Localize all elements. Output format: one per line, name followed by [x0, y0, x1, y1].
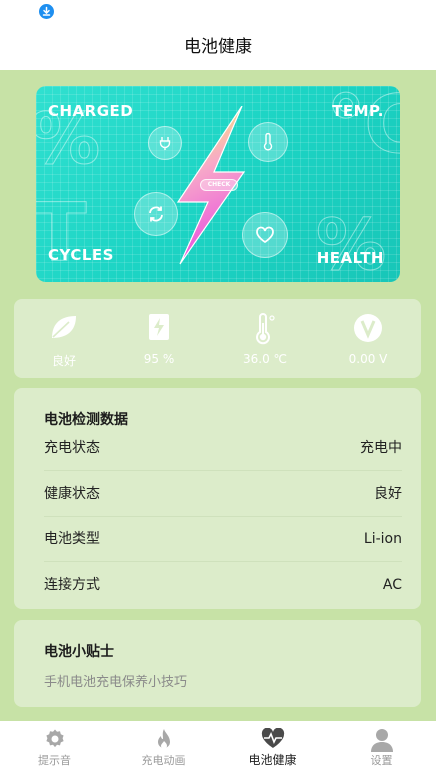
row-label: 连接方式 — [44, 577, 100, 593]
download-icon — [39, 4, 54, 19]
tab-sound[interactable]: 提示音 — [0, 721, 109, 775]
heart-badge-icon — [242, 212, 288, 258]
corner-label-health: HEALTH — [316, 249, 384, 267]
percent-deco-icon-2: % — [315, 204, 387, 283]
battery-health-banner: % ℃ T % CHARGED TEMP. CYCLES HEALTH CHEC… — [36, 86, 400, 282]
row-label: 充电状态 — [44, 440, 100, 456]
tab-charge-animation[interactable]: 充电动画 — [109, 721, 218, 775]
gear-icon — [44, 728, 66, 754]
tab-label: 电池健康 — [248, 753, 297, 767]
tab-settings[interactable]: 设置 — [327, 721, 436, 775]
page-title: 电池健康 — [184, 37, 252, 57]
header: 电池健康 — [0, 24, 436, 70]
tab-label: 充电动画 — [141, 754, 186, 767]
tips-subtitle: 手机电池充电保养小技巧 — [44, 675, 188, 690]
row-value: Li-ion — [363, 531, 402, 547]
cycle-arrows-icon — [134, 192, 178, 236]
row-value: 充电中 — [360, 440, 402, 456]
stat-temperature-value: 36.0 ℃ — [242, 352, 287, 366]
data-row-battery-type: 电池类型 Li-ion — [44, 517, 402, 562]
corner-label-charged: CHARGED — [48, 102, 134, 120]
leaf-icon — [49, 313, 79, 345]
battery-data-card: 电池检测数据 充电状态 充电中 健康状态 良好 电池类型 Li-ion 连接方式… — [14, 388, 421, 609]
thermometer-icon — [253, 313, 277, 349]
status-bar — [0, 0, 436, 24]
celsius-deco-icon: ℃ — [326, 86, 400, 172]
voltage-icon — [353, 313, 383, 347]
data-row-charge-status: 充电状态 充电中 — [44, 426, 402, 471]
tab-battery-health[interactable]: 电池健康 — [218, 721, 327, 775]
tab-label: 设置 — [370, 754, 393, 767]
letter-deco-icon: T — [36, 186, 87, 280]
battery-charge-icon — [148, 313, 170, 345]
corner-label-cycles: CYCLES — [48, 246, 114, 264]
check-label: CHECK — [200, 179, 238, 191]
stat-health-value: 良好 — [51, 354, 76, 368]
tab-label: 提示音 — [38, 754, 71, 767]
thermometer-badge-icon — [248, 122, 288, 162]
stat-charge-value: 95 % — [143, 352, 175, 366]
tips-title: 电池小贴士 — [44, 644, 114, 660]
quick-stats-card: 良好 95 % 36.0 ℃ 0.00 V — [14, 299, 421, 378]
data-row-connection: 连接方式 AC — [44, 563, 402, 608]
data-row-health-status: 健康状态 良好 — [44, 472, 402, 517]
battery-tips-card[interactable]: 电池小贴士 手机电池充电保养小技巧 — [14, 620, 421, 707]
corner-label-temp: TEMP. — [332, 102, 384, 120]
row-label: 电池类型 — [44, 531, 100, 547]
row-value: AC — [382, 577, 402, 593]
row-value: 良好 — [374, 486, 402, 502]
stat-voltage-value: 0.00 V — [348, 352, 388, 366]
row-label: 健康状态 — [44, 486, 100, 502]
bottom-tab-bar: 提示音 充电动画 电池健康 设置 — [0, 721, 436, 775]
